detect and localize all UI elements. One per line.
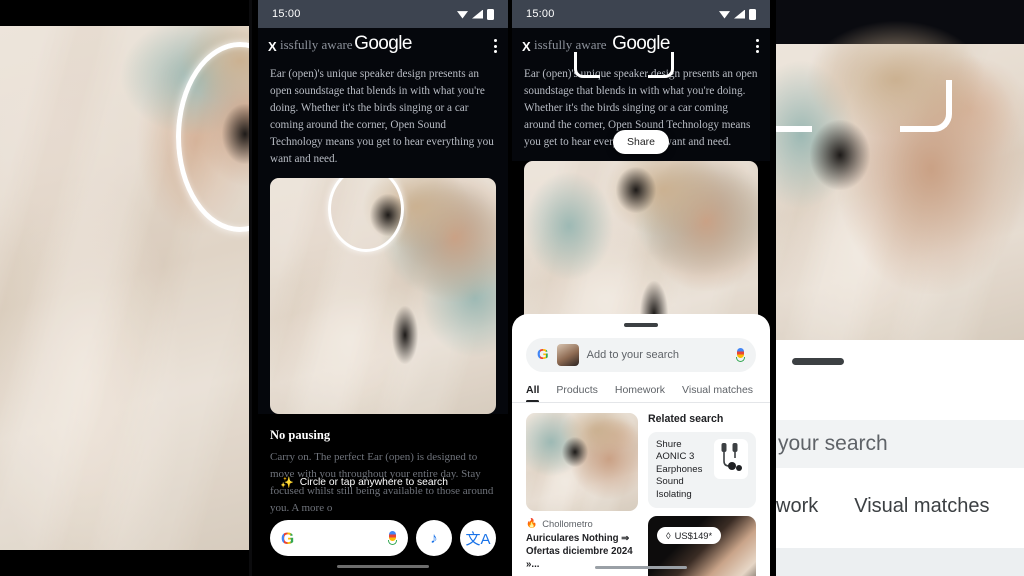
hero-image-section (258, 164, 508, 414)
status-icons (457, 8, 494, 20)
related-search-heading: Related search (648, 412, 724, 425)
navigation-handle[interactable] (595, 566, 687, 569)
signal-icon (734, 9, 745, 19)
app-header: X issfully aware Google (258, 28, 508, 62)
left-magnified-panel (0, 0, 252, 576)
tab-homework[interactable]: Homework (615, 384, 665, 403)
photo-cord-region (392, 306, 418, 364)
tag-icon: ◊ (666, 530, 671, 541)
add-to-search-placeholder-zoomed: your search (778, 432, 888, 455)
tab-visual-matches[interactable]: Visual matches (682, 384, 753, 403)
article-body: Ear (open)'s unique speaker design prese… (258, 62, 508, 178)
bottom-action-bar: G ♪ 文A (258, 520, 508, 556)
add-to-search-placeholder: Add to your search (586, 348, 680, 361)
photo-teal-region-2 (524, 171, 614, 281)
left-magnified-photo (0, 26, 252, 550)
music-search-button[interactable]: ♪ (416, 520, 452, 556)
right-magnified-panel: your search work Visual matches (776, 0, 1024, 576)
status-time: 15:00 (272, 8, 301, 20)
share-button[interactable]: Share (612, 130, 670, 154)
phone-screen-results: 15:00 X issfully aware Google Ear (open)… (512, 0, 770, 576)
result-source: 🔥 Chollometro (526, 518, 638, 529)
navigation-handle[interactable] (337, 565, 429, 568)
price-label: US$149* (674, 530, 713, 541)
frame-corner-bottom-left (574, 52, 600, 78)
battery-icon (749, 8, 756, 20)
related-search-item[interactable]: Shure AONIC 3 Earphones Sound Isolating (648, 431, 756, 508)
tab-all[interactable]: All (526, 384, 540, 403)
add-to-search-input[interactable]: G Add to your search (526, 337, 756, 372)
battery-icon (487, 8, 494, 20)
panel-divider (249, 0, 252, 576)
page-ghost-title: issfully aware (280, 37, 353, 52)
sheet-drag-handle[interactable] (624, 323, 658, 327)
wifi-icon (457, 11, 468, 19)
price-badge: ◊ US$149* (657, 527, 722, 544)
photo-earbud-region (562, 436, 588, 467)
google-logo-icon: G (537, 346, 549, 363)
right-magnified-sheet: your search work Visual matches (776, 340, 1024, 576)
composite-screenshot: 15:00 X issfully aware Google Ear (open)… (0, 0, 1024, 576)
section-title: No pausing (258, 414, 508, 449)
flame-icon: 🔥 (526, 517, 538, 528)
microphone-icon[interactable] (388, 531, 397, 545)
results-tabs: All Products Homework Visual matches Abo… (512, 372, 770, 403)
related-search-column: Related search Shure AONIC 3 Earphones S… (648, 413, 756, 576)
lens-selection-frame-zoomed (776, 0, 952, 132)
result-card-title[interactable]: Auriculares Nothing ⇒ Ofertas diciembre … (526, 532, 638, 571)
phone-screen-gesture: 15:00 X issfully aware Google Ear (open)… (258, 0, 508, 576)
earphone-thumbnail-icon (714, 438, 748, 479)
result-card-image (526, 412, 638, 511)
google-logo-icon: G (281, 528, 295, 548)
sheet-drag-handle-zoomed[interactable] (792, 358, 844, 365)
related-search-title: Shure AONIC 3 Earphones Sound Isolating (656, 438, 703, 500)
sparkle-icon: ✨ (280, 477, 294, 489)
status-bar: 15:00 (258, 0, 508, 28)
microphone-icon[interactable] (736, 347, 745, 362)
tab-products[interactable]: Products (556, 384, 597, 403)
search-hint: ✨ Circle or tap anywhere to search (280, 476, 448, 489)
right-magnified-photo (776, 0, 1024, 340)
signal-icon (472, 9, 483, 19)
hero-image[interactable] (270, 178, 496, 414)
frame-corner-bottom-right (648, 52, 674, 78)
translate-button[interactable]: 文A (460, 520, 496, 556)
search-input[interactable]: G (270, 520, 408, 556)
status-time: 15:00 (526, 8, 555, 20)
result-source-name: Chollometro (542, 517, 593, 529)
lens-selection-frame (574, 0, 674, 78)
photo-earbud-region (616, 167, 656, 213)
search-hint-label: Circle or tap anywhere to search (299, 477, 448, 488)
tab-homework-zoomed[interactable]: work (776, 495, 818, 518)
sheet-bottom-strip (776, 548, 1024, 576)
wifi-icon (719, 11, 730, 19)
kebab-menu-icon[interactable] (756, 39, 759, 53)
tab-visual-matches-zoomed[interactable]: Visual matches (854, 495, 989, 518)
results-bottom-sheet: G Add to your search All Products Homewo… (512, 314, 770, 576)
frame-corner-bottom-right (900, 80, 952, 132)
add-to-search-input-zoomed[interactable]: your search (776, 420, 1024, 468)
selection-thumbnail[interactable] (556, 343, 579, 366)
google-brand: Google (354, 33, 412, 54)
results-tabs-zoomed: work Visual matches (776, 495, 1024, 518)
status-icons (719, 8, 756, 20)
result-card[interactable]: 🔥 Chollometro Auriculares Nothing ⇒ Ofer… (526, 412, 638, 576)
results-grid: 🔥 Chollometro Auriculares Nothing ⇒ Ofer… (512, 403, 770, 576)
frame-corner-bottom-left (776, 80, 812, 132)
kebab-menu-icon[interactable] (494, 39, 497, 53)
